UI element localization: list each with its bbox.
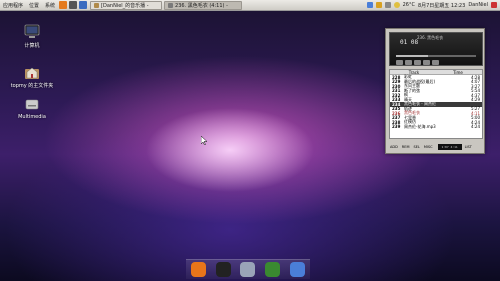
network-icon[interactable]: [366, 2, 373, 8]
firefox-launcher-icon[interactable]: [59, 1, 68, 9]
track-duration: 4:24: [471, 124, 480, 130]
task-label: 236. 黑色毛衣 (4:11) -: [175, 2, 228, 9]
elapsed-time: 01 08: [400, 39, 419, 46]
network-icon[interactable]: [290, 262, 306, 277]
email-launcher-icon[interactable]: [79, 1, 88, 9]
system-tray: 26°C 8月7日星期五 12:23 DanNiel: [366, 2, 500, 9]
firefox-icon[interactable]: [190, 262, 206, 277]
previous-button[interactable]: [396, 60, 403, 65]
select-button[interactable]: SEL: [412, 145, 420, 149]
desktop-icon-label: Multimedia: [18, 114, 46, 120]
user-menu[interactable]: DanNiel: [468, 2, 488, 8]
top-panel: 应用程序 位置 系统 [DanNiel_的音乐播 - 236. 黑色毛衣 (4:…: [0, 0, 500, 11]
qq-icon[interactable]: [215, 262, 231, 277]
playlist-row[interactable]: 239 周杰伦-花海.mp3 4:24: [390, 123, 482, 130]
playlist: Track Time 228 彩虹 4:28 229 最后的战役(最后) 4:07 230 东…: [389, 69, 483, 139]
remove-button[interactable]: REM: [401, 145, 411, 149]
terminal-launcher-icon[interactable]: [69, 1, 78, 9]
track-title: 周杰伦-花海.mp3: [404, 123, 436, 129]
stop-button[interactable]: [423, 60, 430, 65]
audio-player-icon[interactable]: [240, 262, 256, 277]
power-icon[interactable]: [491, 2, 497, 8]
track-number: 239: [392, 124, 401, 130]
music-player-task-icon: [94, 2, 100, 8]
clock[interactable]: 8月7日星期五 12:23: [418, 2, 465, 9]
update-icon[interactable]: [375, 2, 382, 8]
now-playing-task-icon: [168, 2, 174, 8]
taskbar-button-music-player[interactable]: [DanNiel_的音乐播 -: [90, 0, 163, 10]
now-playing-title: 236. 黑色毛衣: [417, 35, 444, 40]
temperature[interactable]: 26°C: [403, 2, 415, 8]
next-button[interactable]: [432, 60, 439, 65]
menu-system[interactable]: 系统: [42, 2, 58, 9]
task-label: [DanNiel_的音乐播 -: [101, 2, 149, 9]
volume-icon[interactable]: [384, 2, 391, 8]
seek-bar[interactable]: [396, 55, 476, 57]
misc-button[interactable]: MISC: [423, 145, 434, 149]
computer-icon: [24, 24, 40, 38]
pause-button[interactable]: [414, 60, 421, 65]
dock: [186, 259, 310, 279]
desktop-icon-label: 计算机: [24, 43, 40, 49]
track-duration: 4:29: [471, 97, 480, 103]
media-player-window[interactable]: 236. 黑色毛衣 01 08 Track Time 228 彩虹 4:28 229 最…: [385, 28, 485, 154]
desktop-icon-multimedia[interactable]: Multimedia: [2, 96, 62, 120]
desktop-icon-computer[interactable]: 计算机: [2, 24, 62, 49]
weather-icon: [393, 2, 400, 8]
vim-icon[interactable]: [265, 262, 281, 277]
menu-places[interactable]: 位置: [26, 2, 42, 9]
desktop-icon-label: topmy 的主文件夹: [10, 83, 54, 89]
home-folder-icon: [25, 67, 39, 79]
play-button[interactable]: [405, 60, 412, 65]
drive-icon: [25, 99, 39, 110]
add-button[interactable]: ADD: [389, 145, 399, 149]
player-display: 236. 黑色毛衣 01 08: [389, 32, 483, 66]
list-button[interactable]: LIST: [464, 145, 473, 149]
mini-time-display: 1:07 4:11: [437, 143, 462, 150]
taskbar-button-now-playing[interactable]: 236. 黑色毛衣 (4:11) -: [164, 0, 243, 10]
mouse-cursor-icon: [201, 136, 208, 145]
menu-applications[interactable]: 应用程序: [0, 2, 26, 9]
player-controls-bar: ADD REM SEL MISC 1:07 4:11 LIST: [389, 142, 483, 151]
desktop-icon-home-folder[interactable]: topmy 的主文件夹: [2, 64, 62, 89]
